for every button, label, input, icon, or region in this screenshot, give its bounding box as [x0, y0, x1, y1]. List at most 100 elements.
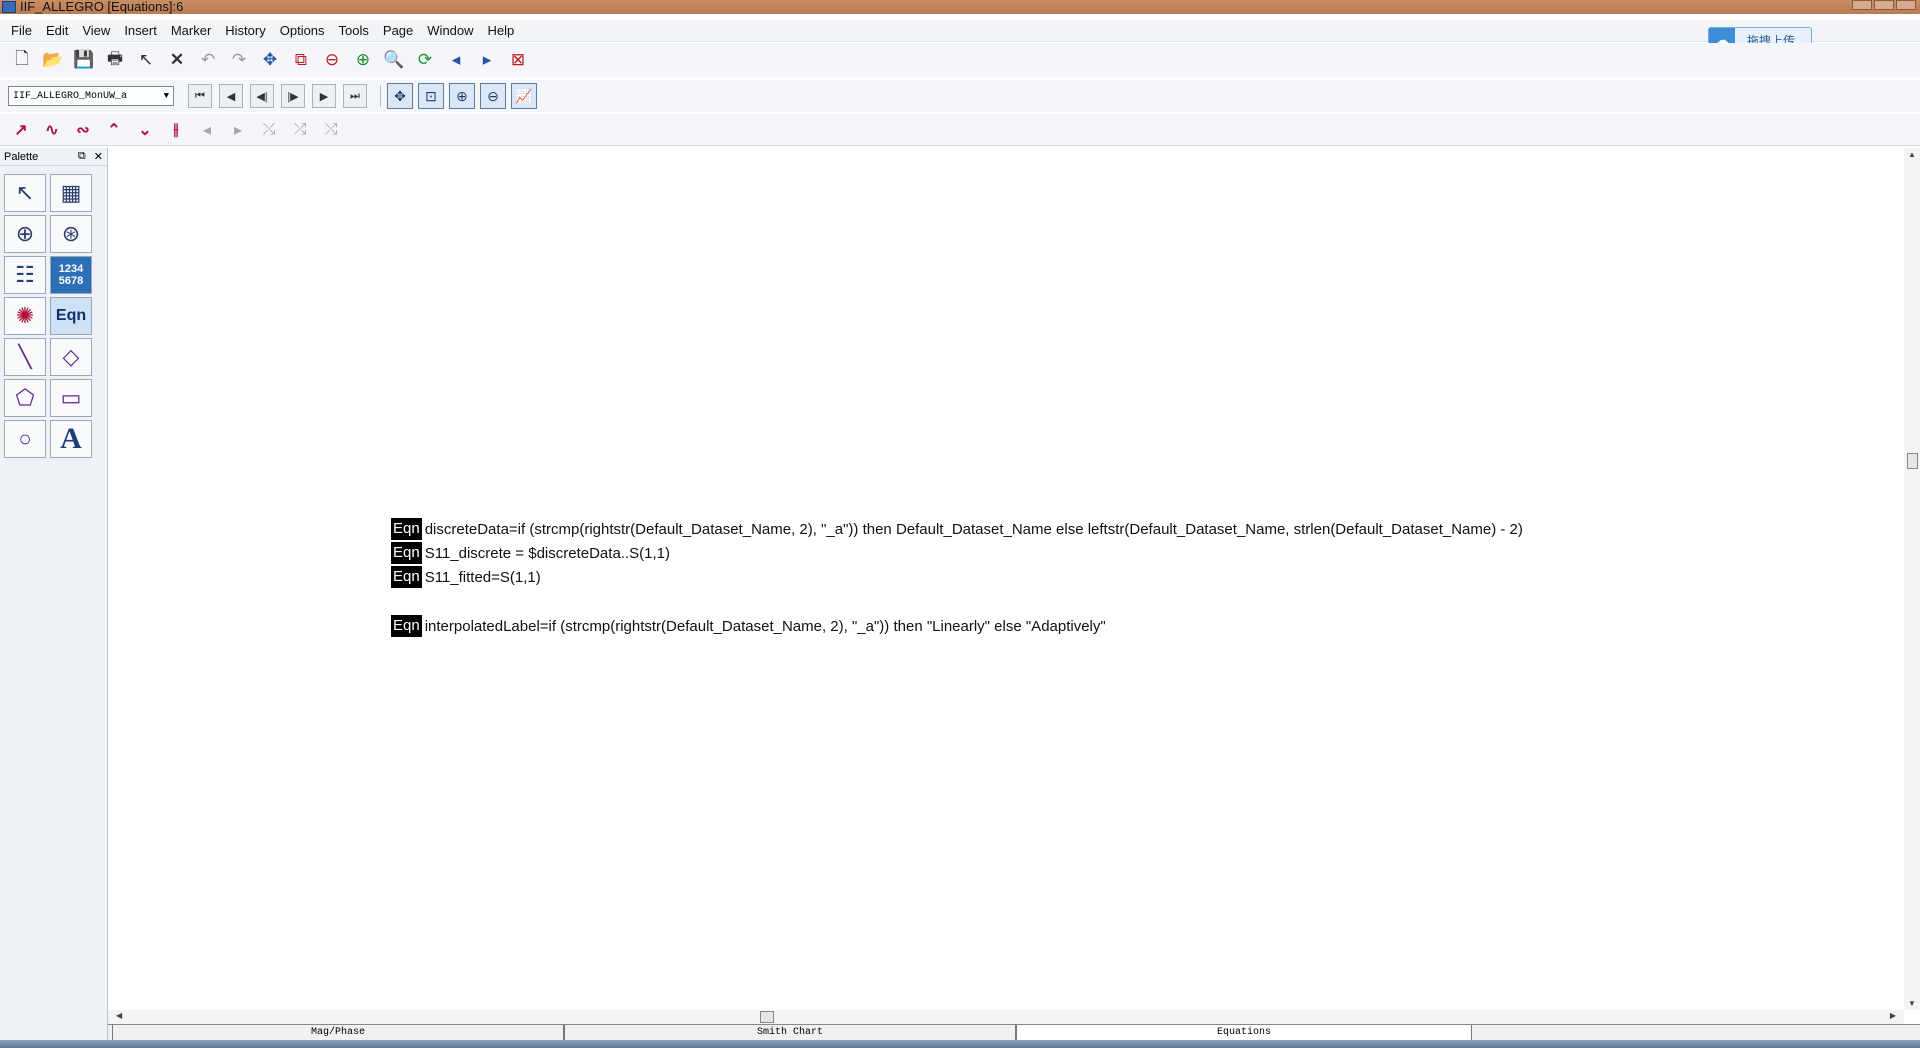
scroll-down-icon[interactable]: ▼	[1908, 999, 1916, 1008]
menu-insert[interactable]: Insert	[117, 20, 164, 42]
equation-line[interactable]: Eqn S11_discrete = $discreteData..S(1,1)	[391, 542, 670, 564]
select-pointer-icon[interactable]: ↖	[132, 46, 160, 74]
palette-circle-icon[interactable]: ○	[4, 420, 46, 458]
play-forward-icon[interactable]: |▶	[281, 84, 305, 108]
fit-all-icon[interactable]: ✥	[387, 83, 413, 109]
dataset-toolbar: IIF_ALLEGRO_MonUW_a ▼ ⏮ ◀ ◀| |▶ ▶ ⏭ ✥ ⊡ …	[0, 80, 1920, 112]
page-tabs: Mag/Phase Smith Chart Equations	[108, 1024, 1920, 1041]
scroll-right-icon[interactable]: ▶	[1890, 1011, 1896, 1020]
zoom-icon[interactable]: 🔍	[380, 46, 408, 74]
next-page-icon[interactable]: ▸	[473, 46, 501, 74]
delete-icon[interactable]: ✕	[163, 46, 191, 74]
menu-page[interactable]: Page	[376, 20, 420, 42]
zoom-minus-icon[interactable]: ⊖	[480, 83, 506, 109]
equation-text: interpolatedLabel=if (strcmp(rightstr(De…	[424, 617, 1106, 635]
palette-numeric-icon[interactable]: 1234 5678	[50, 256, 92, 294]
dataset-dropdown[interactable]: IIF_ALLEGRO_MonUW_a ▼	[8, 86, 174, 106]
equation-line[interactable]: Eqn interpolatedLabel=if (strcmp(rightst…	[391, 615, 1106, 637]
palette-rectangle-icon[interactable]: ▭	[50, 379, 92, 417]
menu-history[interactable]: History	[218, 20, 272, 42]
refresh-icon[interactable]: ⟳	[411, 46, 439, 74]
eqn-tag: Eqn	[391, 542, 422, 564]
palette-polar-plot-icon[interactable]: ⊕	[4, 215, 46, 253]
last-frame-icon[interactable]: ⏭	[343, 84, 367, 108]
palette-pointer-icon[interactable]: ↖	[4, 174, 46, 212]
menu-file[interactable]: File	[4, 20, 39, 42]
redo-icon[interactable]: ↷	[225, 46, 253, 74]
menu-help[interactable]: Help	[481, 20, 522, 42]
menu-window[interactable]: Window	[420, 20, 480, 42]
move-icon[interactable]: ✥	[256, 46, 284, 74]
vertical-scrollbar[interactable]: ▲ ▼	[1904, 148, 1920, 1010]
tab-mag-phase[interactable]: Mag/Phase	[112, 1025, 564, 1041]
maximize-button[interactable]	[1874, 0, 1894, 10]
palette-antenna-icon[interactable]: ✺	[4, 297, 46, 335]
palette-equation-icon[interactable]: Eqn	[50, 297, 92, 335]
equation-line[interactable]: Eqn S11_fitted=S(1,1)	[391, 566, 541, 588]
dataset-dropdown-value: IIF_ALLEGRO_MonUW_a	[13, 90, 128, 102]
new-file-icon[interactable]: 🗋	[8, 46, 36, 74]
scroll-up-icon[interactable]: ▲	[1908, 150, 1916, 159]
marker-trace-icon[interactable]: ⤭	[318, 117, 344, 143]
horizontal-scrollbar[interactable]: ◀ ▶	[108, 1010, 1904, 1024]
palette-rect-plot-icon[interactable]: ▦	[50, 174, 92, 212]
close-window-button[interactable]	[1896, 0, 1916, 10]
marker-toolbar: ↗ ∿ ∾ ⌃ ⌄ ⫲ ◂ ▸ ⤯ ⤮ ⤭	[0, 114, 1920, 146]
os-taskbar	[0, 1040, 1920, 1048]
horizontal-scroll-thumb[interactable]	[760, 1011, 774, 1023]
menu-options[interactable]: Options	[273, 20, 332, 42]
marker-next-icon[interactable]: ▸	[225, 117, 251, 143]
main-toolbar: 🗋 📂 💾 🖶 ↖ ✕ ↶ ↷ ✥ ⧉ ⊖ ⊕ 🔍 ⟳ ◂ ▸ ⊠	[0, 43, 1920, 77]
title-bar: IIF_ALLEGRO [Equations]:6	[0, 0, 1920, 14]
marker-peak-icon[interactable]: ∿	[39, 117, 65, 143]
marker-line-icon[interactable]: ⤯	[256, 117, 282, 143]
palette-title: Palette	[4, 150, 39, 163]
equation-text: discreteData=if (strcmp(rightstr(Default…	[424, 520, 1523, 538]
step-back-icon[interactable]: ◀	[219, 84, 243, 108]
undo-icon[interactable]: ↶	[194, 46, 222, 74]
equation-line[interactable]: Eqn discreteData=if (strcmp(rightstr(Def…	[391, 518, 1523, 540]
tab-smith-chart[interactable]: Smith Chart	[564, 1025, 1016, 1041]
scroll-left-icon[interactable]: ◀	[116, 1011, 122, 1020]
zoom-out-icon[interactable]: ⊖	[318, 46, 346, 74]
step-forward-icon[interactable]: ▶	[312, 84, 336, 108]
palette-list-table-icon[interactable]: ☷	[4, 256, 46, 294]
marker-prev-icon[interactable]: ◂	[194, 117, 220, 143]
marker-min-icon[interactable]: ⌄	[132, 117, 158, 143]
open-folder-icon[interactable]: 📂	[39, 46, 67, 74]
first-frame-icon[interactable]: ⏮	[188, 84, 212, 108]
stop-icon[interactable]: ⊠	[504, 46, 532, 74]
menu-edit[interactable]: Edit	[39, 20, 75, 42]
palette-smith-chart-icon[interactable]: ⊛	[50, 215, 92, 253]
equations-canvas[interactable]: Eqn discreteData=if (strcmp(rightstr(Def…	[108, 148, 1904, 1010]
plot-options-icon[interactable]: 📈	[511, 83, 537, 109]
tab-equations[interactable]: Equations	[1016, 1025, 1472, 1041]
palette-line-icon[interactable]: ╲	[4, 338, 46, 376]
play-reverse-icon[interactable]: ◀|	[250, 84, 274, 108]
palette-float-icon[interactable]: ⧉	[78, 150, 86, 163]
palette-text-icon[interactable]: A	[50, 420, 92, 458]
previous-page-icon[interactable]: ◂	[442, 46, 470, 74]
marker-slope-icon[interactable]: ⤮	[287, 117, 313, 143]
marker-max-icon[interactable]: ⌃	[101, 117, 127, 143]
eqn-tag: Eqn	[391, 615, 422, 637]
menu-marker[interactable]: Marker	[164, 20, 218, 42]
menu-view[interactable]: View	[75, 20, 117, 42]
zoom-area-icon[interactable]: ⊡	[418, 83, 444, 109]
minimize-button[interactable]	[1852, 0, 1872, 10]
palette-polyline-icon[interactable]: ◇	[50, 338, 92, 376]
app-icon	[2, 1, 16, 13]
vertical-scroll-thumb[interactable]	[1907, 453, 1918, 469]
marker-valley-icon[interactable]: ∾	[70, 117, 96, 143]
palette-polygon-icon[interactable]: ⬠	[4, 379, 46, 417]
zoom-in-icon[interactable]: ⊕	[349, 46, 377, 74]
marker-delta-icon[interactable]: ⫲	[163, 117, 189, 143]
menu-tools[interactable]: Tools	[332, 20, 376, 42]
print-icon[interactable]: 🖶	[101, 46, 129, 74]
palette-close-icon[interactable]: ✕	[94, 150, 103, 163]
zoom-plus-icon[interactable]: ⊕	[449, 83, 475, 109]
eqn-tag: Eqn	[391, 518, 422, 540]
save-icon[interactable]: 💾	[70, 46, 98, 74]
marker-new-icon[interactable]: ↗	[8, 117, 34, 143]
zoom-box-icon[interactable]: ⧉	[287, 46, 315, 74]
